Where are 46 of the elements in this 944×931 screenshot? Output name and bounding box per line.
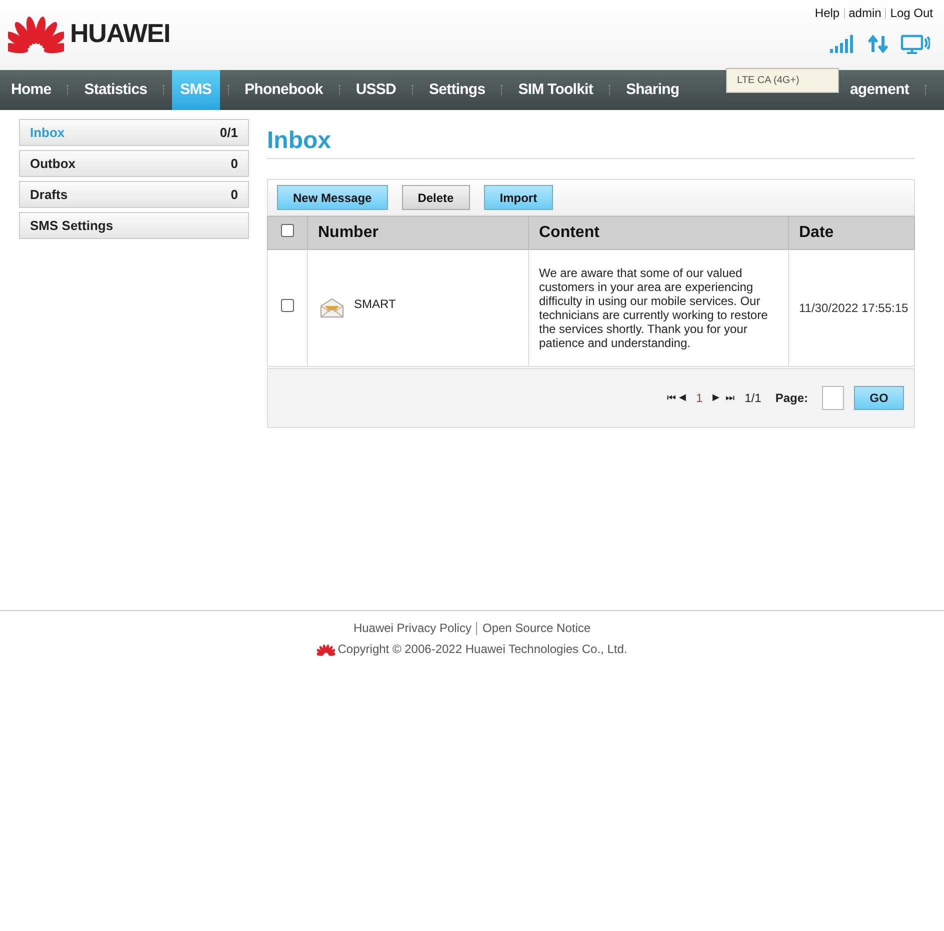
sidebar-item[interactable]: Drafts 0 [19, 181, 249, 208]
nav-tab[interactable]: Statistics [76, 70, 156, 110]
header-link[interactable]: Help [814, 4, 840, 22]
next-page-button[interactable]: ▶ [712, 391, 720, 405]
copyright-text: Copyright © 2006-2022 Huawei Technologies Co., Ltd. [338, 641, 628, 658]
footer-link[interactable]: Huawei Privacy Policy [353, 619, 472, 637]
header-link[interactable]: admin [848, 4, 882, 22]
message-date: 11/30/2022 17:55:15 [788, 250, 914, 366]
go-button[interactable]: GO [854, 386, 904, 410]
monitor-icon [900, 34, 930, 54]
sidebar-item[interactable]: Outbox 0 [19, 150, 249, 177]
signal-icon [830, 35, 856, 53]
nav-tab[interactable]: Phonebook [236, 70, 331, 110]
page-label: Page: [775, 390, 808, 407]
tooltip: LTE CA (4G+) [726, 68, 839, 93]
current-page: 1 [696, 390, 703, 407]
header-link[interactable]: Log Out [890, 4, 933, 22]
first-page-button[interactable]: ⏮ [666, 390, 673, 406]
sidebar-item[interactable]: Inbox 0/1 [19, 119, 249, 146]
previous-page-button[interactable]: ◀ [678, 391, 686, 405]
column-header: Content [528, 216, 788, 250]
sidebar-item[interactable]: SMS Settings [19, 212, 249, 239]
data-transfer-icon [868, 35, 888, 53]
message-content: We are aware that some of our valued customers in your area are experiencing difficulty in using our mobile services. Our technicians are currently working to restore the services shortly. Thank you for your patience and understanding. [539, 266, 769, 350]
page-input[interactable] [822, 386, 844, 410]
nav-tab[interactable]: Settings [421, 70, 494, 110]
nav-tab[interactable]: Sharing [618, 70, 688, 110]
footer-link[interactable]: Open Source Notice [482, 619, 591, 637]
page-title: Inbox [267, 126, 332, 156]
sender-number: SMART [354, 296, 396, 313]
checkbox[interactable] [281, 299, 294, 312]
nav-tab[interactable]: agement [842, 70, 917, 110]
page-count: 1/1 [744, 390, 762, 407]
toolbar-button[interactable]: Import [484, 185, 554, 210]
toolbar-button[interactable]: New Message [277, 185, 388, 210]
nav-tab[interactable]: SIM Toolkit [510, 70, 601, 110]
nav-tab[interactable]: USSD [348, 70, 404, 110]
logo-icon [316, 642, 335, 656]
toolbar-button[interactable]: Delete [402, 185, 470, 210]
nav-tab[interactable]: Home [3, 70, 60, 110]
logo-text: HUAWEI [70, 16, 170, 50]
column-header: Number [308, 216, 528, 250]
column-header: Date [788, 216, 914, 250]
checkbox[interactable] [281, 224, 294, 237]
last-page-button[interactable]: ⏭ [726, 390, 735, 406]
envelope-icon [320, 298, 344, 318]
